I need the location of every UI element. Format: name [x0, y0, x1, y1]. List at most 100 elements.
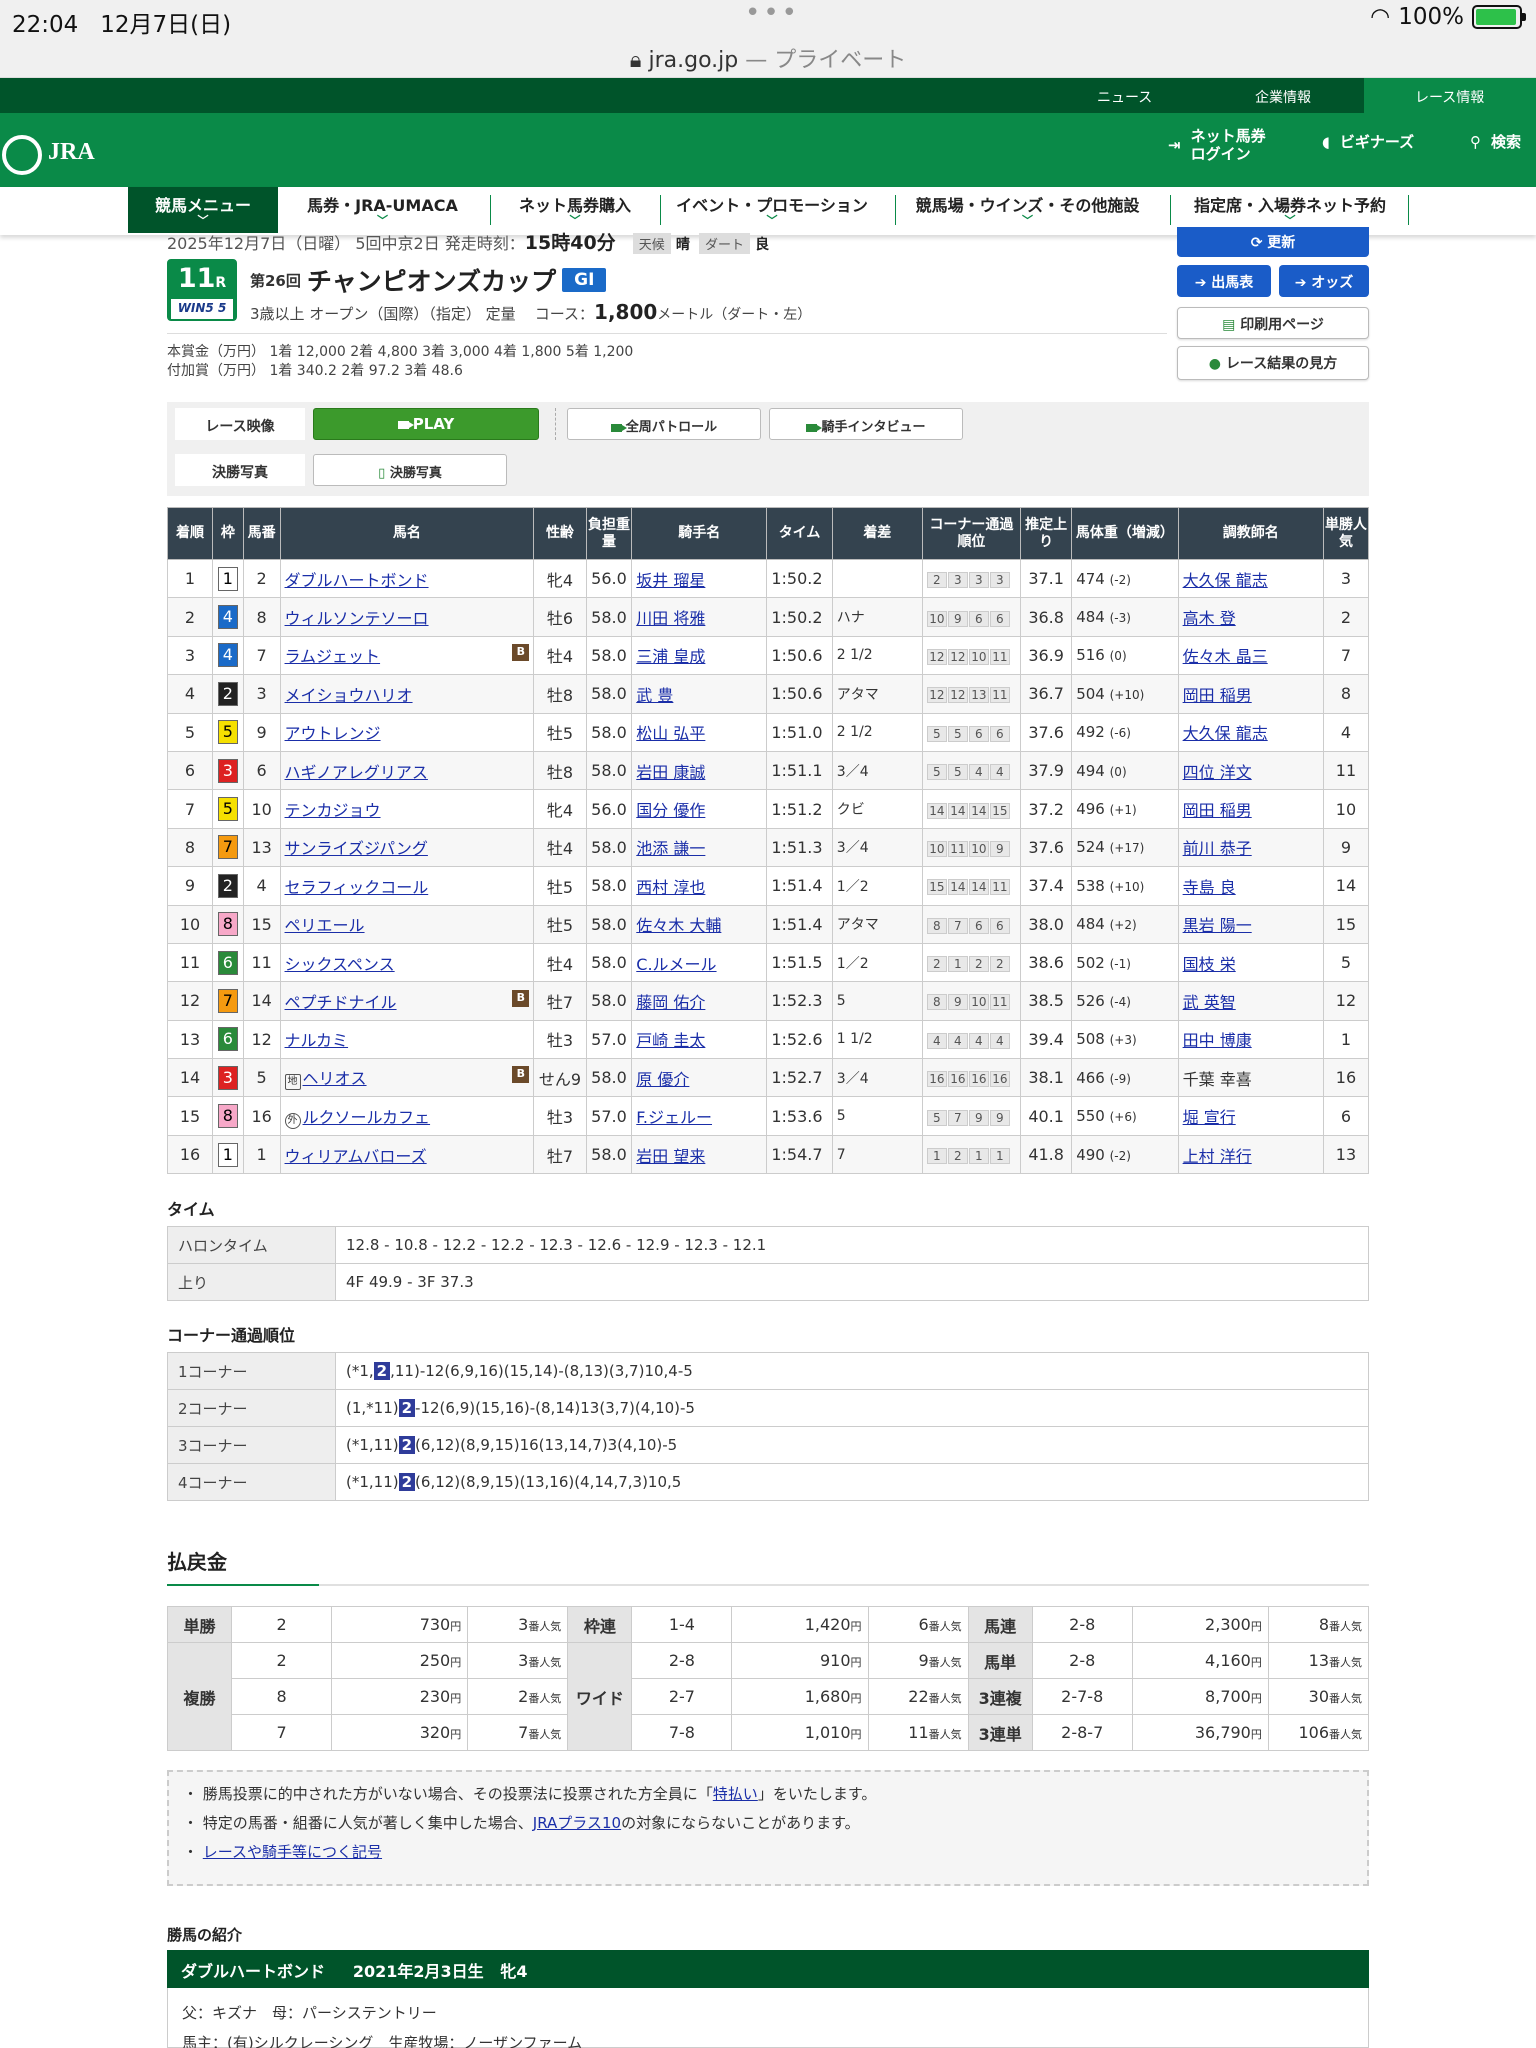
race-video-label: レース映像 [175, 408, 305, 440]
horse-link[interactable]: ペプチドナイル [285, 993, 397, 1012]
jockey-link[interactable]: 佐々木 大輔 [636, 916, 721, 935]
trainer-link[interactable]: 岡田 稲男 [1183, 801, 1252, 820]
trainer-link[interactable]: 大久保 龍志 [1183, 571, 1268, 590]
jockey-link[interactable]: F.ジェルー [636, 1108, 712, 1127]
finish-time: 1:50.2 [766, 558, 833, 599]
nav-keiba-menu[interactable]: 競馬メニュー ﹀ [128, 187, 278, 233]
trainer-link[interactable]: 寺島 良 [1183, 878, 1236, 897]
trainer-link[interactable]: 高木 登 [1183, 609, 1236, 628]
horse-link[interactable]: ルクソールカフェ [303, 1108, 431, 1127]
race-conditions: 3歳以上 オープン（国際）（指定） 定量 コース：1,800メートル（ダート・左… [250, 300, 812, 324]
search-button[interactable]: ⚲ 検索 [1470, 133, 1521, 151]
symbols-link[interactable]: レースや騎手等につく記号 [203, 1843, 382, 1861]
howto-button[interactable]: ● レース結果の見方 [1177, 346, 1369, 380]
combination: 2-8 [1031, 1606, 1133, 1643]
print-button[interactable]: ▤ 印刷用ページ [1177, 307, 1369, 339]
jockey-link[interactable]: 西村 淳也 [636, 878, 705, 897]
jockey-link[interactable]: 岩田 康誠 [636, 763, 705, 782]
corner-pos: 5 [926, 764, 947, 781]
horse-link[interactable]: ペリエール [285, 916, 365, 935]
tokubarai-link[interactable]: 特払い [713, 1785, 758, 1803]
trainer-link[interactable]: 田中 博康 [1183, 1031, 1252, 1050]
corner-pos: 11 [989, 687, 1010, 704]
jra-plus10-link[interactable]: JRAプラス10 [533, 1814, 621, 1832]
trainer-link[interactable]: 前川 恭子 [1183, 839, 1252, 858]
horse-link[interactable]: ラムジェット [285, 647, 381, 666]
horse-link[interactable]: ウィルソンテソーロ [285, 609, 429, 628]
payout-amount: 8,700 [1205, 1687, 1251, 1706]
waku-badge: 2 [217, 873, 238, 898]
trainer-link[interactable]: 四位 洋文 [1183, 763, 1252, 782]
waku-badge: 1 [217, 566, 238, 591]
odds-button[interactable]: ➔ オッズ [1279, 265, 1369, 297]
finish-photo-button[interactable]: ▯ 決勝写真 [313, 454, 507, 486]
result-row: 4 2 3 メイショウハリオ 牡8 58.0 武 豊 1:50.6 アタマ 12… [166, 674, 1370, 714]
jockey-link[interactable]: 岩田 望来 [636, 1147, 705, 1166]
jockey-link[interactable]: 三浦 皇成 [636, 647, 705, 666]
tab-dots-icon[interactable]: ••• [745, 0, 800, 28]
horse-link[interactable]: テンカジョウ [285, 801, 381, 820]
margin [831, 558, 923, 599]
jockey-link[interactable]: 原 優介 [636, 1070, 689, 1089]
horse-link[interactable]: サンライズジパング [285, 839, 428, 858]
trainer-link[interactable]: 国枝 栄 [1183, 955, 1236, 974]
nav-facilities[interactable]: 競馬場・ウインズ・その他施設 ﹀ [910, 187, 1145, 233]
last-3f: 37.6 [1020, 827, 1073, 868]
weight-carried: 58.0 [585, 827, 633, 868]
refresh-button[interactable]: ⟳ 更新 [1177, 227, 1369, 257]
link-race-info[interactable]: レース情報 [1415, 87, 1484, 107]
interview-button[interactable]: 騎手インタビュー [769, 408, 963, 440]
jockey-link[interactable]: C.ルメール [636, 955, 716, 974]
horse-link[interactable]: ダブルハートボンド [285, 571, 429, 590]
trainer-link[interactable]: 大久保 龍志 [1183, 724, 1268, 743]
popularity: 5 [1322, 942, 1370, 983]
entries-button[interactable]: ➔ 出馬表 [1177, 265, 1271, 297]
trainer-link[interactable]: 佐々木 晶三 [1183, 647, 1268, 666]
horse-link[interactable]: ヘリオス [303, 1069, 367, 1088]
jockey-link[interactable]: 松山 弘平 [636, 724, 705, 743]
last-3f: 37.9 [1020, 750, 1073, 791]
trainer-link[interactable]: 岡田 稲男 [1183, 686, 1252, 705]
jockey-link[interactable]: 国分 優作 [636, 801, 705, 820]
beginner-button[interactable]: ◖ ビギナーズ [1322, 133, 1414, 151]
horse-link[interactable]: ナルカミ [285, 1031, 349, 1050]
weight-change: (-4) [1109, 994, 1131, 1009]
body-weight: 466 [1076, 1068, 1105, 1087]
trainer-link[interactable]: 上村 洋行 [1183, 1147, 1252, 1166]
play-button[interactable]: PLAY [313, 408, 539, 440]
trainer-link[interactable]: 堀 宣行 [1183, 1108, 1236, 1127]
corner-pos: 1 [947, 956, 968, 973]
link-news[interactable]: ニュース [1097, 87, 1152, 107]
jra-logo[interactable]: JRA [2, 123, 102, 175]
horse-link[interactable]: メイショウハリオ [285, 686, 413, 705]
net-login-button[interactable]: ⇥ ネット馬券 ログイン [1168, 127, 1266, 163]
last-3f: 39.4 [1020, 1019, 1073, 1060]
horse-number: 13 [242, 827, 281, 868]
trainer-link[interactable]: 武 英智 [1183, 993, 1236, 1012]
jockey-link[interactable]: 戸崎 圭太 [636, 1031, 705, 1050]
corner-pos: 15 [989, 802, 1010, 819]
horse-link[interactable]: アウトレンジ [285, 724, 381, 743]
horse-link[interactable]: セラフィックコール [285, 878, 429, 897]
patrol-button[interactable]: 全周パトロール [567, 408, 761, 440]
jockey-link[interactable]: 藤岡 佑介 [636, 993, 705, 1012]
nav-baken[interactable]: 馬券・JRA-UMACA ﹀ [290, 187, 475, 233]
trainer-link[interactable]: 黒岩 陽一 [1183, 916, 1252, 935]
address-bar[interactable]: 🔒︎ jra.go.jp — プライベート [0, 40, 1536, 78]
popularity: 14 [1322, 866, 1370, 906]
jockey-link[interactable]: 坂井 瑠星 [636, 571, 705, 590]
jockey-link[interactable]: 池添 謙一 [636, 839, 705, 858]
result-row: 3 4 7 B ラムジェット 牡4 58.0 三浦 皇成 1:50.6 2 1/2… [166, 635, 1370, 676]
nav-event[interactable]: イベント・プロモーション ﹀ [672, 187, 872, 233]
jockey-link[interactable]: 川田 将雅 [636, 609, 705, 628]
nav-net-purchase[interactable]: ネット馬券購入 ﹀ [505, 187, 645, 233]
link-company[interactable]: 企業情報 [1255, 87, 1311, 107]
bet-type: 単勝 [166, 1606, 233, 1643]
corner-pos: 2 [989, 956, 1010, 973]
finish-pos: 3 [166, 635, 214, 676]
horse-link[interactable]: シックスペンス [285, 955, 395, 974]
jockey-link[interactable]: 武 豊 [636, 686, 673, 705]
weight-carried: 58.0 [585, 981, 633, 1021]
horse-link[interactable]: ハギノアレグリアス [285, 763, 428, 782]
horse-link[interactable]: ウィリアムバローズ [285, 1147, 427, 1166]
